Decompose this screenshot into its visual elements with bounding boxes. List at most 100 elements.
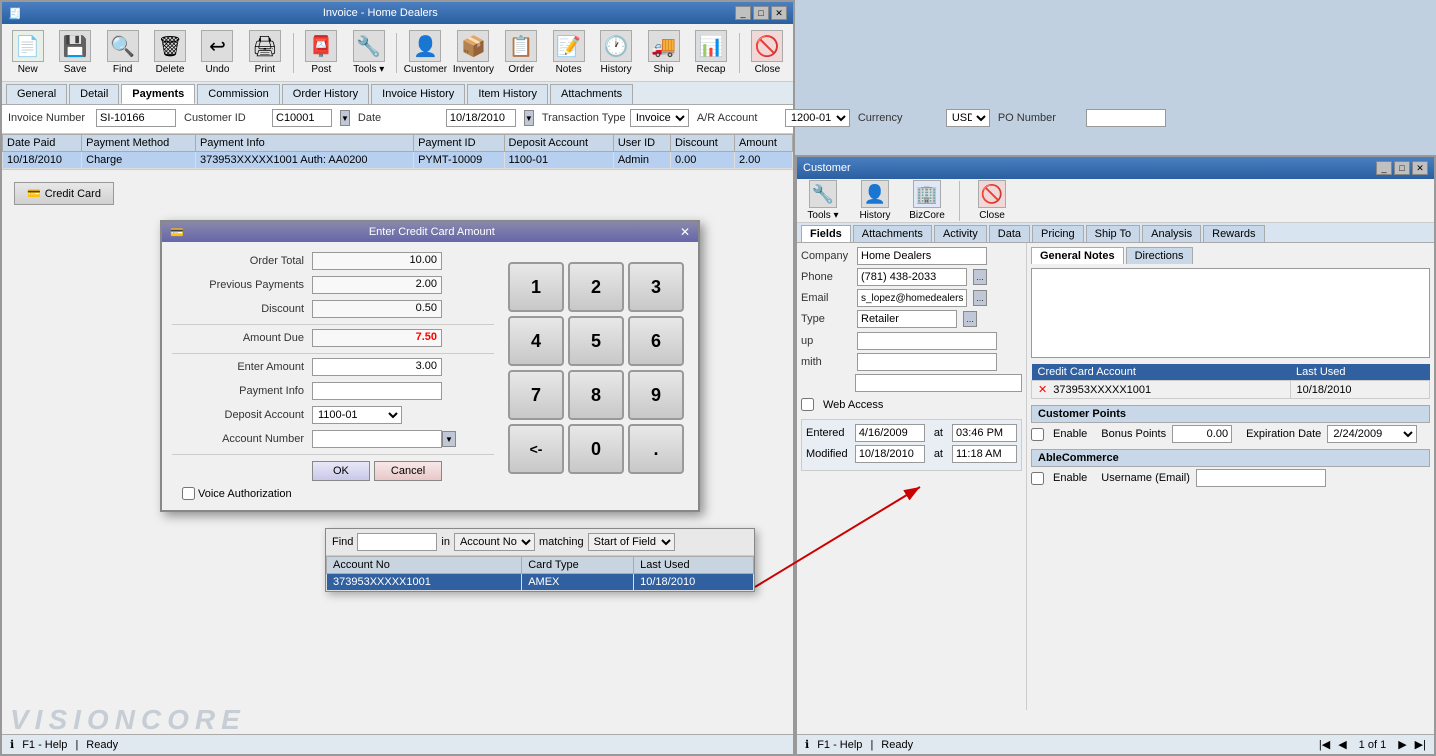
toolbar-save[interactable]: 💾 Save (53, 28, 96, 77)
enter-amount-value[interactable]: 3.00 (312, 358, 442, 376)
cust-toolbar-tools[interactable]: 🔧 Tools ▾ (801, 178, 845, 223)
numpad-6[interactable]: 6 (628, 316, 684, 366)
type-input[interactable] (857, 310, 957, 328)
entered-date[interactable] (855, 424, 925, 442)
toolbar-print[interactable]: 🖨 Print (243, 28, 286, 77)
tab-invoice-history[interactable]: Invoice History (371, 84, 465, 104)
tab-item-history[interactable]: Item History (467, 84, 548, 104)
toolbar-recap[interactable]: 📊 Recap (689, 28, 732, 77)
find-matching-select[interactable]: Start of Field (588, 533, 675, 551)
numpad-backspace[interactable]: <- (508, 424, 564, 474)
notes-tab-general[interactable]: General Notes (1031, 247, 1124, 264)
cust-toolbar-bizcore[interactable]: 🏢 BizCore (905, 178, 949, 223)
close-button[interactable]: ✕ (771, 6, 787, 20)
type-dropdown[interactable]: … (963, 311, 977, 327)
bonus-points-input[interactable] (1172, 425, 1232, 443)
cust-tab-attachments[interactable]: Attachments (853, 225, 932, 242)
toolbar-notes[interactable]: 📝 Notes (547, 28, 590, 77)
numpad-9[interactable]: 9 (628, 370, 684, 420)
cust-tab-pricing[interactable]: Pricing (1032, 225, 1084, 242)
cust-nav-prev[interactable]: ◀ (1338, 738, 1346, 751)
cust-minimize-button[interactable]: _ (1376, 161, 1392, 175)
company-input[interactable] (857, 247, 987, 265)
minimize-button[interactable]: _ (735, 6, 751, 20)
expiration-date-select[interactable]: 2/24/2009 (1327, 425, 1417, 443)
cust-nav-last[interactable]: ▶| (1415, 738, 1426, 751)
date-input[interactable] (446, 109, 516, 127)
cust-toolbar-close[interactable]: 🚫 Close (970, 178, 1014, 223)
cust-tab-activity[interactable]: Activity (934, 225, 987, 242)
toolbar-close[interactable]: 🚫 Close (746, 28, 789, 77)
table-row[interactable]: 10/18/2010 Charge 373953XXXXX1001 Auth: … (3, 152, 793, 169)
numpad-0[interactable]: 0 (568, 424, 624, 474)
points-enable-checkbox[interactable] (1031, 428, 1044, 441)
toolbar-inventory[interactable]: 📦 Inventory (451, 28, 495, 77)
able-enable-checkbox[interactable] (1031, 472, 1044, 485)
po-number-input[interactable] (1086, 109, 1166, 127)
cust-tab-rewards[interactable]: Rewards (1203, 225, 1264, 242)
account-number-dropdown[interactable]: ▼ (442, 431, 456, 447)
toolbar-post[interactable]: 📮 Post (300, 28, 343, 77)
ar-account-select[interactable]: 1200-01 (785, 109, 850, 127)
numpad-3[interactable]: 3 (628, 262, 684, 312)
tab-general[interactable]: General (6, 84, 67, 104)
username-input[interactable] (1196, 469, 1326, 487)
transaction-type-select[interactable]: Invoice (630, 109, 689, 127)
toolbar-undo[interactable]: ↩ Undo (196, 28, 239, 77)
toolbar-ship[interactable]: 🚚 Ship (642, 28, 685, 77)
phone-dropdown[interactable]: … (973, 269, 987, 285)
invoice-number-input[interactable] (96, 109, 176, 127)
numpad-5[interactable]: 5 (568, 316, 624, 366)
phone-input[interactable] (857, 268, 967, 286)
tab-order-history[interactable]: Order History (282, 84, 369, 104)
cc-delete-icon[interactable]: ✕ (1038, 384, 1047, 396)
maximize-button[interactable]: □ (753, 6, 769, 20)
currency-select[interactable]: USD (946, 109, 990, 127)
toolbar-tools[interactable]: 🔧 Tools ▾ (347, 28, 390, 77)
notes-area[interactable] (1031, 268, 1430, 358)
ok-button[interactable]: OK (312, 461, 370, 481)
numpad-8[interactable]: 8 (568, 370, 624, 420)
toolbar-order[interactable]: 📋 Order (499, 28, 542, 77)
find-table-row[interactable]: 373953XXXXX1001 AMEX 10/18/2010 (327, 574, 754, 591)
toolbar-new[interactable]: 📄 New (6, 28, 49, 77)
notes-tab-directions[interactable]: Directions (1126, 247, 1193, 264)
account-number-input[interactable] (312, 430, 442, 448)
date-dropdown[interactable]: ▼ (524, 110, 534, 126)
web-access-checkbox[interactable] (801, 398, 814, 411)
find-in-select[interactable]: Account No (454, 533, 535, 551)
modified-date[interactable] (855, 445, 925, 463)
cust-tab-ship-to[interactable]: Ship To (1086, 225, 1141, 242)
tab-commission[interactable]: Commission (197, 84, 280, 104)
toolbar-find[interactable]: 🔍 Find (101, 28, 144, 77)
numpad-dot[interactable]: . (628, 424, 684, 474)
tab-attachments[interactable]: Attachments (550, 84, 633, 104)
cust-maximize-button[interactable]: □ (1394, 161, 1410, 175)
numpad-4[interactable]: 4 (508, 316, 564, 366)
deposit-account-select[interactable]: 1100-01 (312, 406, 402, 424)
customer-id-dropdown[interactable]: ▼ (340, 110, 350, 126)
mith-input[interactable] (857, 353, 997, 371)
customer-id-input[interactable] (272, 109, 332, 127)
email-input[interactable] (857, 289, 967, 307)
credit-card-button[interactable]: 💳 Credit Card (14, 182, 114, 205)
cust-tab-analysis[interactable]: Analysis (1142, 225, 1201, 242)
blank-input[interactable] (855, 374, 1022, 392)
toolbar-delete[interactable]: 🗑 Delete (148, 28, 191, 77)
voice-auth-checkbox[interactable] (182, 487, 195, 500)
dialog-close-button[interactable]: ✕ (680, 225, 690, 239)
cust-nav-next[interactable]: ▶ (1398, 738, 1406, 751)
email-dropdown[interactable]: … (973, 290, 987, 306)
payment-info-input[interactable] (312, 382, 442, 400)
cc-table-row[interactable]: ✕ 373953XXXXX1001 10/18/2010 (1032, 381, 1430, 399)
toolbar-history[interactable]: 🕐 History (594, 28, 637, 77)
cust-close-button[interactable]: ✕ (1412, 161, 1428, 175)
up-input[interactable] (857, 332, 997, 350)
cust-tab-fields[interactable]: Fields (801, 225, 851, 242)
cust-nav-first[interactable]: |◀ (1319, 738, 1330, 751)
tab-detail[interactable]: Detail (69, 84, 119, 104)
toolbar-customer[interactable]: 👤 Customer (403, 28, 447, 77)
cancel-button[interactable]: Cancel (374, 461, 442, 481)
cust-toolbar-history[interactable]: 👤 History (853, 178, 897, 223)
tab-payments[interactable]: Payments (121, 84, 195, 104)
